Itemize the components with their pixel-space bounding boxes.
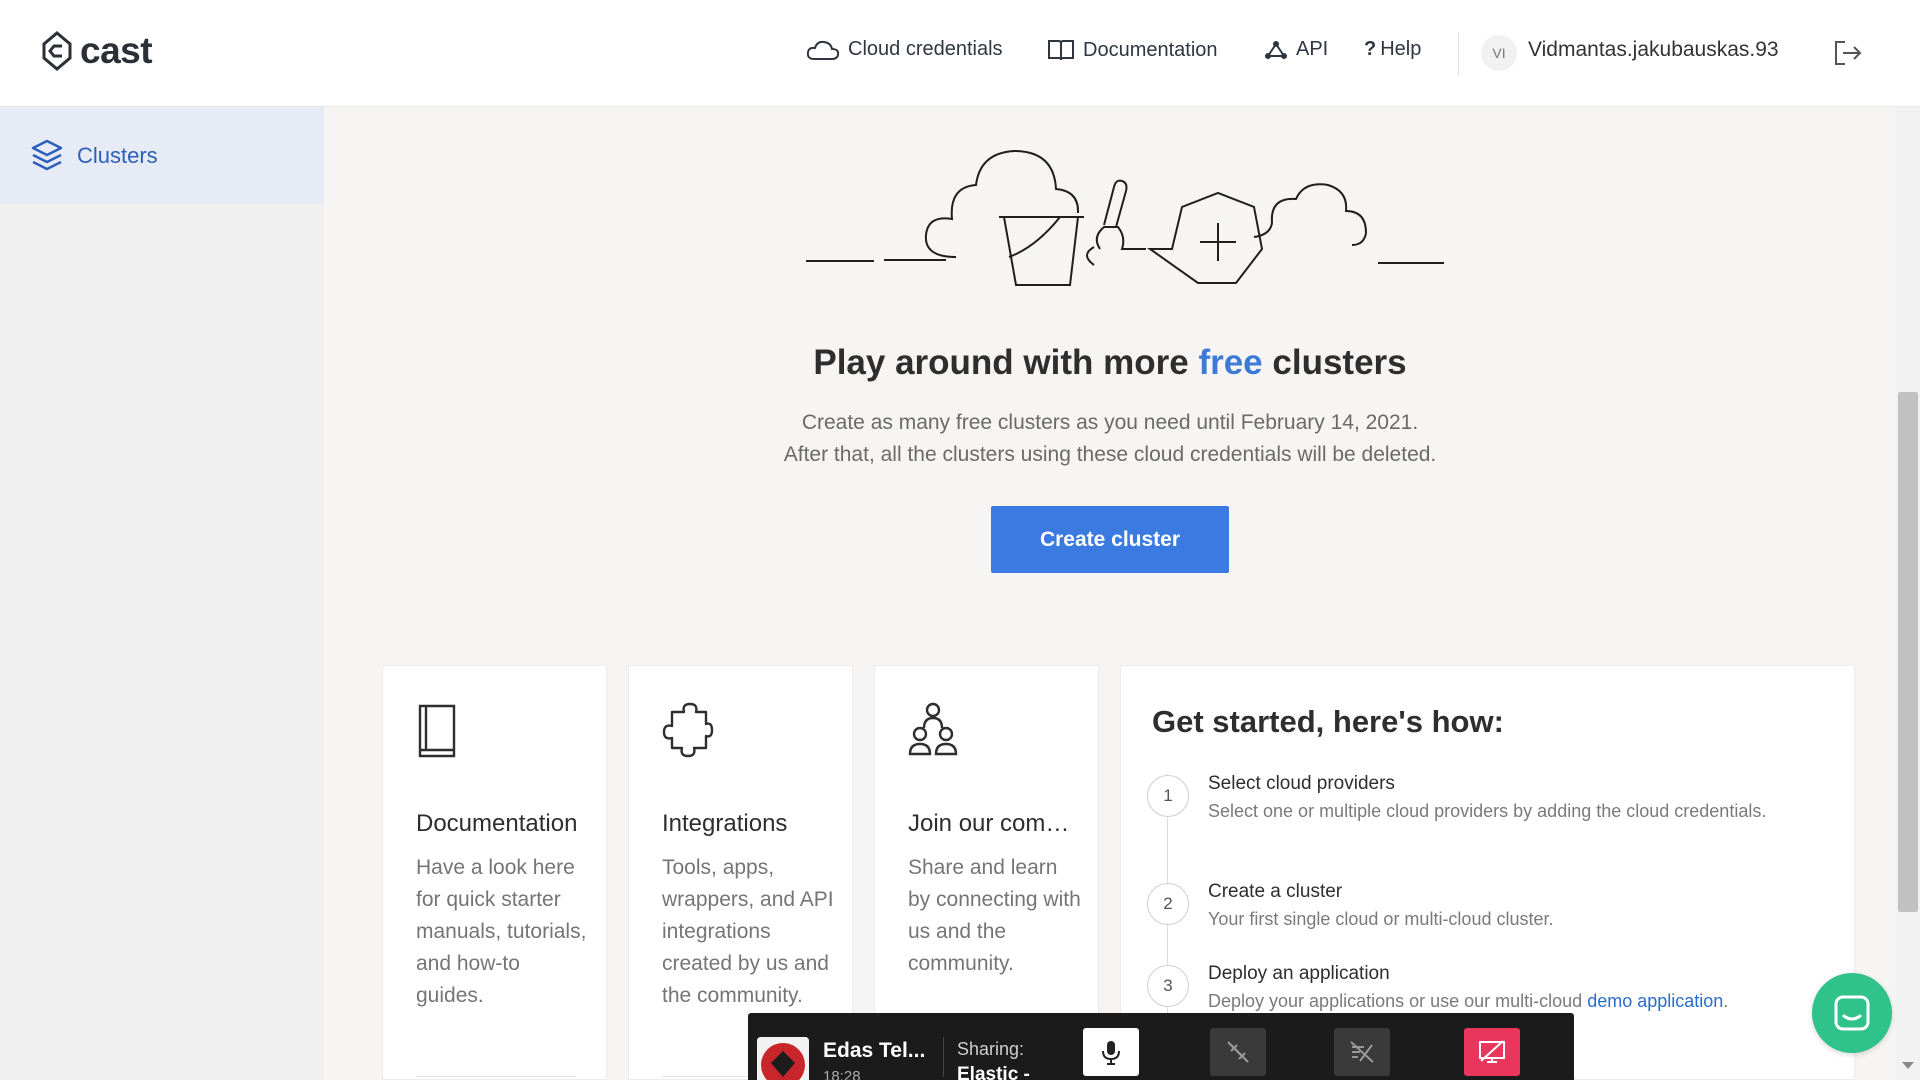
step-number: 3 [1147, 965, 1189, 1007]
api-icon [1265, 40, 1287, 59]
draw-off-icon [1350, 1041, 1374, 1063]
logo-text: cast [80, 30, 153, 71]
sharer-avatar [757, 1037, 809, 1080]
step-text: Your first single cloud or multi-cloud c… [1208, 909, 1554, 929]
hero-subtitle-line1: Create as many free clusters as you need… [801, 411, 1419, 434]
hero-subtitle-line2: After that, all the clusters using these… [783, 443, 1437, 466]
step-title: Select cloud providers [1208, 773, 1395, 794]
card-title: Integrations [662, 810, 788, 837]
card-title: Join our community [908, 810, 1078, 837]
screen-share-bar: Edas Tel... 18:28 Sharing: Elastic - [748, 1013, 1574, 1080]
screen-off-icon [1479, 1040, 1505, 1063]
cast-logo[interactable]: cast [40, 30, 153, 72]
nav-help[interactable]: ? Help [1364, 38, 1421, 61]
step-text-after: . [1723, 991, 1729, 1011]
book-open-icon [1048, 40, 1074, 61]
layers-icon [31, 139, 63, 170]
card-text: Tools, apps, wrappers, and API integrati… [662, 856, 834, 1007]
step-title: Deploy an application [1208, 963, 1390, 984]
demo-application-link[interactable]: demo application [1587, 991, 1723, 1011]
documentation-card[interactable]: Documentation Have a look here for quick… [382, 665, 607, 1080]
draw-button[interactable] [1334, 1028, 1390, 1076]
nav-documentation[interactable]: Documentation [1047, 38, 1218, 62]
nav-api[interactable]: API [1264, 38, 1328, 61]
nav-api-label: API [1296, 38, 1329, 60]
stop-sharing-button[interactable] [1464, 1028, 1520, 1076]
cloud-icon [806, 40, 840, 60]
cast-logo-icon [42, 31, 72, 71]
pointer-off-icon [1227, 1041, 1249, 1063]
sidebar: Clusters [0, 107, 324, 1080]
get-started-title: Get started, here's how: [1152, 704, 1504, 739]
step-number: 2 [1147, 883, 1189, 925]
scrollbar-thumb[interactable] [1898, 392, 1918, 912]
nav-cloud-credentials-label: Cloud credentials [848, 38, 1003, 60]
create-cluster-button[interactable]: Create cluster [991, 506, 1229, 573]
community-icon [908, 702, 958, 756]
help-icon: ? [1364, 38, 1377, 60]
top-header: cast Cloud credentials Documentation API… [0, 0, 1920, 107]
card-divider [416, 1076, 576, 1077]
nav-help-label: Help [1380, 38, 1422, 60]
share-time: 18:28 [823, 1068, 861, 1080]
logout-icon[interactable] [1833, 40, 1863, 71]
hero-title-accent: free [1198, 343, 1263, 382]
card-title: Documentation [416, 810, 578, 837]
avatar[interactable]: VI [1481, 35, 1517, 71]
book-icon [418, 704, 456, 758]
scroll-down-arrow-icon[interactable] [1902, 1062, 1914, 1069]
sharing-target: Elastic - [957, 1064, 1030, 1080]
main-content: Play around with more free clusters Crea… [324, 107, 1896, 1080]
microphone-button[interactable] [1083, 1028, 1139, 1076]
sidebar-item-label: Clusters [77, 142, 158, 168]
chat-icon [1834, 995, 1870, 1031]
sharing-label: Sharing: [957, 1039, 1025, 1059]
sharer-name: Edas Tel... [823, 1039, 926, 1062]
hero-title: Play around with more free clusters [324, 343, 1896, 383]
nav-documentation-label: Documentation [1083, 38, 1218, 61]
chat-launcher-button[interactable] [1812, 973, 1892, 1053]
username[interactable]: Vidmantas.jakubauskas.93 [1528, 38, 1779, 62]
hero-title-after: clusters [1262, 343, 1407, 382]
remote-control-button[interactable] [1210, 1028, 1266, 1076]
step-title: Create a cluster [1208, 881, 1343, 902]
puzzle-icon [662, 702, 714, 758]
step-text: Deploy your applications or use our mult… [1208, 989, 1848, 1014]
card-text: Share and learn by connecting with us an… [908, 856, 1081, 975]
step-text: Select one or multiple cloud providers b… [1208, 801, 1767, 821]
share-divider [943, 1037, 944, 1077]
step-number: 1 [1147, 775, 1189, 817]
sidebar-item-clusters[interactable]: Clusters [0, 107, 324, 204]
microphone-icon [1102, 1041, 1120, 1065]
step-text-before: Deploy your applications or use our mult… [1208, 991, 1588, 1011]
clouds-illustration [806, 149, 1444, 286]
nav-cloud-credentials[interactable]: Cloud credentials [806, 38, 1003, 61]
card-text: Have a look here for quick starter manua… [416, 856, 587, 1007]
header-divider [1458, 32, 1459, 76]
hero-title-before: Play around with more [813, 343, 1199, 382]
